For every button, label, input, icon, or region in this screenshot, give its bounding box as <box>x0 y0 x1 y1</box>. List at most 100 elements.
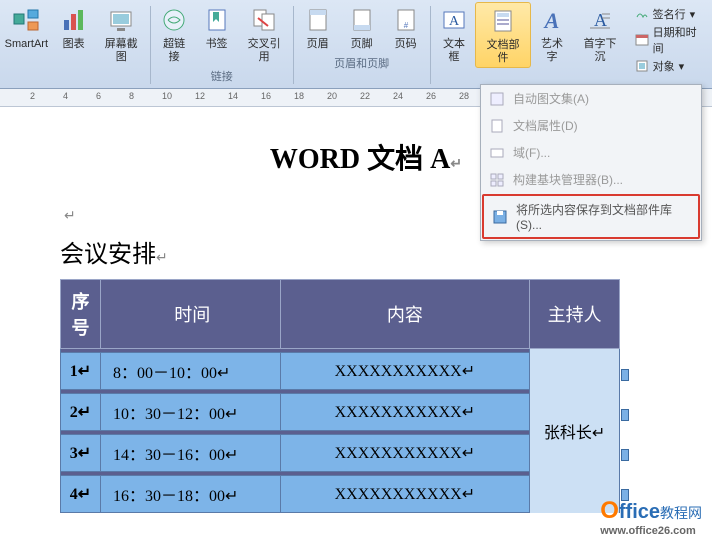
header-button[interactable]: 页眉 <box>296 2 340 53</box>
bookmark-button[interactable]: 书签 <box>196 2 238 66</box>
ribbon: SmartArt 图表 屏幕截图 超链接 <box>0 0 712 89</box>
cell-num[interactable]: 3↵ <box>61 435 101 472</box>
svg-text:A: A <box>449 14 460 29</box>
wordart-icon: A <box>536 4 568 36</box>
pagenum-button[interactable]: # 页码 <box>384 2 428 53</box>
ruler-mark: 8 <box>129 91 134 101</box>
docprops-icon <box>489 118 505 134</box>
ruler-mark: 4 <box>63 91 68 101</box>
crossref-icon <box>248 4 280 36</box>
links-group-label: 链接 <box>153 66 291 88</box>
smartart-label: SmartArt <box>5 38 48 51</box>
cell-num[interactable]: 4↵ <box>61 476 101 513</box>
cell-content[interactable]: XXXXXXXXXXX↵ <box>280 476 530 513</box>
signature-label: 签名行 <box>653 6 686 22</box>
cell-content[interactable]: XXXXXXXXXXX↵ <box>280 435 530 472</box>
cell-time[interactable]: 16：30－18：00↵ <box>100 476 280 513</box>
pagenum-label: 页码 <box>395 38 417 51</box>
ruler-mark: 26 <box>426 91 436 101</box>
menu-autotext[interactable]: 自动图文集(A) <box>481 85 701 112</box>
signature-button[interactable]: 签名行 ▾ <box>635 6 704 22</box>
cell-time[interactable]: 8：00－10：00↵ <box>100 353 280 390</box>
object-button[interactable]: 对象 ▾ <box>635 58 704 74</box>
quickparts-button[interactable]: 文档部件 <box>475 2 530 68</box>
cell-num[interactable]: 1↵ <box>61 353 101 390</box>
illustrations-group-label <box>0 66 148 72</box>
chart-icon <box>58 4 90 36</box>
smartart-button[interactable]: SmartArt <box>0 2 53 66</box>
object-icon <box>635 59 649 73</box>
header-time: 时间 <box>100 280 280 349</box>
menu-field[interactable]: 域(F)... <box>481 139 701 166</box>
table-header-row: 序号 时间 内容 主持人 <box>61 280 620 349</box>
field-icon <box>489 145 505 161</box>
watermark-url: www.office26.com <box>600 525 702 537</box>
ruler-mark: 24 <box>393 91 403 101</box>
footer-button[interactable]: 页脚 <box>340 2 384 53</box>
headerfooter-group-label: 页眉和页脚 <box>296 53 428 75</box>
menu-savetolib-label: 将所选内容保存到文档部件库(S)... <box>516 201 690 232</box>
screenshot-button[interactable]: 屏幕截图 <box>95 2 148 66</box>
save-icon <box>492 209 508 225</box>
dropcap-button[interactable]: A 首字下沉 <box>573 2 626 68</box>
textbox-label: 文本框 <box>439 38 470 64</box>
cell-time[interactable]: 10：30－12：00↵ <box>100 394 280 431</box>
chevron-down-icon: ▾ <box>690 8 696 21</box>
quickparts-label: 文档部件 <box>482 39 523 65</box>
menu-savetolib[interactable]: 将所选内容保存到文档部件库(S)... <box>484 196 698 237</box>
quickparts-dropdown: 自动图文集(A) 文档属性(D) 域(F)... 构建基块管理器(B)... 将… <box>480 84 702 241</box>
cell-content[interactable]: XXXXXXXXXXX↵ <box>280 394 530 431</box>
ruler-mark: 16 <box>261 91 271 101</box>
ruler-mark: 18 <box>294 91 304 101</box>
bborganizer-icon <box>489 172 505 188</box>
smartart-icon <box>10 4 42 36</box>
hyperlink-button[interactable]: 超链接 <box>153 2 196 66</box>
datetime-label: 日期和时间 <box>653 24 704 56</box>
footer-icon <box>346 4 378 36</box>
ruler-mark: 22 <box>360 91 370 101</box>
watermark-brand: ffice <box>619 501 660 523</box>
ruler-mark: 20 <box>327 91 337 101</box>
quickparts-icon <box>487 5 519 37</box>
svg-text:A: A <box>543 8 560 33</box>
crossref-button[interactable]: 交叉引用 <box>238 2 291 66</box>
paragraph-mark: ↵ <box>156 251 168 266</box>
menu-bborganizer-label: 构建基块管理器(B)... <box>513 171 623 188</box>
crossref-label: 交叉引用 <box>244 38 285 64</box>
datetime-icon <box>635 33 649 47</box>
textbox-icon: A <box>438 4 470 36</box>
menu-autotext-label: 自动图文集(A) <box>513 90 589 107</box>
ruler-mark: 28 <box>459 91 469 101</box>
ruler-mark: 6 <box>96 91 101 101</box>
textbox-button[interactable]: A 文本框 <box>433 2 476 68</box>
screenshot-icon <box>105 4 137 36</box>
watermark-o: O <box>600 497 619 524</box>
menu-bborganizer[interactable]: 构建基块管理器(B)... <box>481 166 701 193</box>
footer-label: 页脚 <box>351 38 373 51</box>
dropcap-label: 首字下沉 <box>579 38 620 64</box>
cell-time[interactable]: 14：30－16：00↵ <box>100 435 280 472</box>
paragraph-mark: ↵ <box>450 157 462 172</box>
cell-content[interactable]: XXXXXXXXXXX↵ <box>280 353 530 390</box>
ruler-mark: 12 <box>195 91 205 101</box>
ruler-mark: 10 <box>162 91 172 101</box>
signature-icon <box>635 7 649 21</box>
hyperlink-icon <box>158 4 190 36</box>
ruler-mark: 14 <box>228 91 238 101</box>
header-num: 序号 <box>61 280 101 349</box>
bookmark-icon <box>201 4 233 36</box>
wordart-button[interactable]: A 艺术字 <box>531 2 574 68</box>
wordart-label: 艺术字 <box>537 38 568 64</box>
host-cell[interactable]: 张科长↵ <box>530 349 620 513</box>
menu-docprops[interactable]: 文档属性(D) <box>481 112 701 139</box>
cell-num[interactable]: 2↵ <box>61 394 101 431</box>
chart-button[interactable]: 图表 <box>53 2 95 66</box>
header-content: 内容 <box>280 280 530 349</box>
menu-field-label: 域(F)... <box>513 144 550 161</box>
screenshot-label: 屏幕截图 <box>101 38 142 64</box>
ruler-mark: 2 <box>30 91 35 101</box>
datetime-button[interactable]: 日期和时间 <box>635 24 704 56</box>
menu-docprops-label: 文档属性(D) <box>513 117 578 134</box>
schedule-table: 序号 时间 内容 主持人 张科长↵ 1↵ 8：00－10：00↵ XXXXXXX… <box>60 279 620 513</box>
pagenum-icon: # <box>390 4 422 36</box>
